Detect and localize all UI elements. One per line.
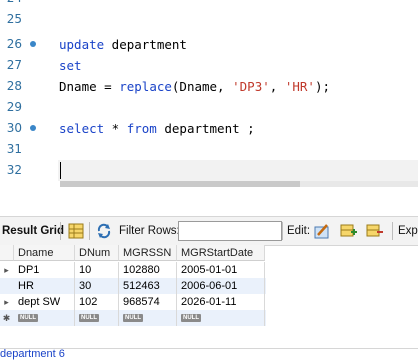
sql-editor[interactable]: 24 25 26 update department 27 set 28 Dna… <box>0 0 418 196</box>
null-badge: NULL <box>18 314 38 323</box>
table-cell[interactable]: dept SW <box>14 294 75 310</box>
code-line[interactable]: 29 <box>0 97 418 118</box>
edit-row-icon[interactable] <box>313 222 331 240</box>
new-row-marker-icon: ✱ <box>2 313 11 323</box>
line-number: 24 <box>0 0 22 9</box>
divider <box>60 222 61 240</box>
line-number: 27 <box>6 58 22 72</box>
code-line[interactable]: 26 update department <box>0 34 418 55</box>
row-header-corner <box>0 245 14 261</box>
result-toolbar: Result Grid Filter Rows: Edit: Expo <box>0 216 418 246</box>
code-line[interactable]: 31 <box>0 139 418 160</box>
line-number: 26 <box>6 37 22 51</box>
code-line[interactable]: 24 <box>0 0 418 9</box>
table-cell[interactable]: 2026-01-11 <box>177 294 265 310</box>
table-cell[interactable]: HR <box>14 278 75 294</box>
current-line-highlight <box>58 160 418 181</box>
divider <box>392 222 393 240</box>
table-cell[interactable]: 102 <box>75 294 119 310</box>
line-number: 30 <box>6 121 22 135</box>
result-grid-tab[interactable]: Result Grid <box>2 217 64 245</box>
table-row[interactable]: ▸ DP1 10 102880 2005-01-01 <box>0 262 266 278</box>
export-label[interactable]: Expo <box>398 217 418 245</box>
null-cell[interactable]: NULL <box>75 310 119 326</box>
table-cell[interactable]: 512463 <box>119 278 177 294</box>
line-number: 25 <box>6 12 22 26</box>
code-line[interactable]: 30 select * from department ; <box>0 118 418 139</box>
keyword-update: update <box>59 37 105 52</box>
column-header[interactable]: DNum <box>75 245 119 261</box>
divider <box>89 222 90 240</box>
line-number: 32 <box>6 163 22 177</box>
line-number: 28 <box>6 79 22 93</box>
line-number: 29 <box>6 100 22 114</box>
code-line[interactable]: 25 <box>0 9 418 30</box>
statement-marker-icon[interactable] <box>30 41 36 47</box>
column-header[interactable]: MGRSSN <box>119 245 177 261</box>
new-row[interactable]: ✱ NULL NULL NULL NULL <box>0 310 266 326</box>
column-header[interactable]: Dname <box>14 245 75 261</box>
table-cell[interactable]: 2005-01-01 <box>177 262 265 278</box>
code-text: update department <box>59 37 187 52</box>
edit-label: Edit: <box>287 225 311 237</box>
statement-marker-icon[interactable] <box>30 125 36 131</box>
table-cell[interactable]: 10 <box>75 262 119 278</box>
null-cell[interactable]: NULL <box>14 310 75 326</box>
code-text: Dname = replace(Dname, 'DP3', 'HR'); <box>59 79 330 94</box>
row-pointer-icon: ▸ <box>4 265 9 275</box>
scrollbar-thumb[interactable] <box>60 181 300 187</box>
horizontal-scrollbar[interactable] <box>60 181 418 187</box>
refresh-icon[interactable] <box>95 222 113 240</box>
table-row[interactable]: HR 30 512463 2006-06-01 <box>0 278 266 294</box>
table-row[interactable]: ▸ dept SW 102 968574 2026-01-11 <box>0 294 266 310</box>
text-caret <box>60 162 61 179</box>
row-pointer-icon: ▸ <box>4 297 9 307</box>
filter-rows-label: Filter Rows: <box>119 225 180 237</box>
code-text: select * from department ; <box>59 121 255 136</box>
null-badge: NULL <box>79 314 99 323</box>
null-badge: NULL <box>123 314 143 323</box>
filter-rows-input[interactable] <box>178 221 282 241</box>
table-cell[interactable]: 102880 <box>119 262 177 278</box>
table-cell[interactable]: DP1 <box>14 262 75 278</box>
result-tab-bar: department 6 <box>0 348 418 360</box>
code-text: set <box>59 58 82 73</box>
divider <box>282 222 283 240</box>
delete-row-icon[interactable] <box>366 222 384 240</box>
code-line[interactable]: 27 set <box>0 55 418 76</box>
line-number: 31 <box>6 142 22 156</box>
table-cell[interactable]: 2006-06-01 <box>177 278 265 294</box>
grid-header-row: Dname DNum MGRSSN MGRStartDate <box>0 245 266 261</box>
table-cell[interactable]: 30 <box>75 278 119 294</box>
code-line[interactable]: 28 Dname = replace(Dname, 'DP3', 'HR'); <box>0 76 418 97</box>
null-cell[interactable]: NULL <box>119 310 177 326</box>
table-cell[interactable]: 968574 <box>119 294 177 310</box>
null-badge: NULL <box>181 314 201 323</box>
add-row-icon[interactable] <box>340 222 358 240</box>
column-header[interactable]: MGRStartDate <box>177 245 265 261</box>
null-cell[interactable]: NULL <box>177 310 265 326</box>
code-line-current[interactable]: 32 <box>0 160 418 181</box>
grid-view-icon[interactable] <box>67 222 85 240</box>
